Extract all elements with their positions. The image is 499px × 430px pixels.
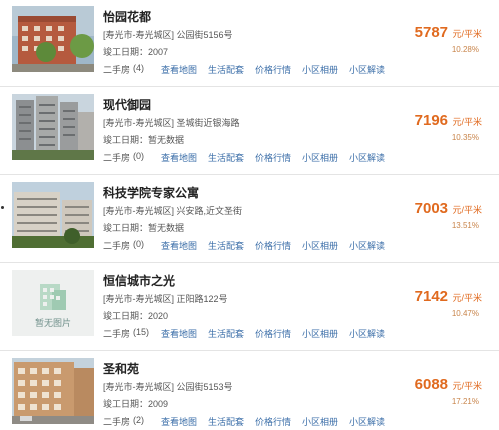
- divider: [0, 86, 499, 87]
- interpretation-link[interactable]: 小区解读: [349, 63, 385, 76]
- price: 5787 元/平米: [415, 24, 482, 42]
- view-map-link[interactable]: 查看地图: [161, 415, 208, 428]
- completion-date: 竣工日期：2007: [103, 47, 169, 57]
- community-photo[interactable]: [12, 358, 94, 424]
- price: 7196 元/平米: [415, 112, 482, 130]
- amenities-link[interactable]: 生活配套: [208, 151, 255, 164]
- price-change: 10.35%: [451, 133, 479, 142]
- amenities-link[interactable]: 生活配套: [208, 239, 255, 252]
- bullet: [1, 206, 4, 209]
- price-unit: 元/平米: [452, 205, 482, 215]
- price-trend-link[interactable]: 价格行情: [255, 63, 302, 76]
- price-value: 7196: [414, 112, 449, 129]
- list-item: 科技学院专家公寓 [寿光市-寿光城区] 兴安路,近文圣街 竣工日期：暂无数据 二…: [0, 176, 499, 263]
- price-value: 6088: [414, 376, 449, 393]
- completion-date: 竣工日期：2009: [103, 399, 169, 409]
- view-map-link[interactable]: 查看地图: [161, 151, 208, 164]
- price-trend-link[interactable]: 价格行情: [255, 151, 302, 164]
- album-link[interactable]: 小区相册: [302, 63, 349, 76]
- completion-date: 竣工日期：暂无数据: [103, 223, 185, 233]
- price-unit: 元/平米: [452, 117, 482, 127]
- price-unit: 元/平米: [452, 29, 482, 39]
- divider: [0, 350, 499, 351]
- view-map-link[interactable]: 查看地图: [161, 239, 208, 252]
- community-name[interactable]: 现代御园: [103, 96, 151, 113]
- community-links: 二手房 (15) 查看地图 生活配套 价格行情 小区相册 小区解读: [103, 327, 385, 340]
- price-unit: 元/平米: [452, 293, 482, 303]
- community-name[interactable]: 圣和苑: [103, 360, 139, 377]
- interpretation-link[interactable]: 小区解读: [349, 239, 385, 252]
- album-link[interactable]: 小区相册: [302, 327, 349, 340]
- price-trend-link[interactable]: 价格行情: [255, 415, 302, 428]
- secondhand-label[interactable]: 二手房: [103, 239, 130, 252]
- community-name[interactable]: 怡园花都: [103, 8, 151, 25]
- price: 7142 元/平米: [415, 288, 482, 306]
- interpretation-link[interactable]: 小区解读: [349, 327, 385, 340]
- price-change: 13.51%: [451, 221, 479, 230]
- price-trend-link[interactable]: 价格行情: [255, 239, 302, 252]
- secondhand-label[interactable]: 二手房: [103, 63, 130, 76]
- divider: [0, 174, 499, 175]
- community-address: [寿光市-寿光城区] 公园街5153号: [103, 382, 233, 392]
- secondhand-count[interactable]: (0): [133, 239, 161, 252]
- secondhand-label[interactable]: 二手房: [103, 151, 130, 164]
- divider: [0, 262, 499, 263]
- price-change: 10.28%: [451, 45, 479, 54]
- completion-date: 竣工日期：暂无数据: [103, 135, 185, 145]
- community-photo[interactable]: [12, 6, 94, 72]
- price: 7003 元/平米: [415, 200, 482, 218]
- community-links: 二手房 (2) 查看地图 生活配套 价格行情 小区相册 小区解读: [103, 415, 385, 428]
- list-item: 怡园花都 [寿光市-寿光城区] 公园街5156号 竣工日期：2007 二手房 (…: [0, 0, 499, 87]
- community-address: [寿光市-寿光城区] 公园街5156号: [103, 30, 233, 40]
- album-link[interactable]: 小区相册: [302, 151, 349, 164]
- community-address: [寿光市-寿光城区] 圣城街近银海路: [103, 118, 240, 128]
- community-photo[interactable]: [12, 94, 94, 160]
- secondhand-count[interactable]: (4): [133, 63, 161, 76]
- completion-date: 竣工日期：2020: [103, 311, 169, 321]
- community-links: 二手房 (0) 查看地图 生活配套 价格行情 小区相册 小区解读: [103, 151, 385, 164]
- community-address: [寿光市-寿光城区] 兴安路,近文圣街: [103, 206, 242, 216]
- interpretation-link[interactable]: 小区解读: [349, 151, 385, 164]
- list-item: 暂无图片 恒信城市之光 [寿光市-寿光城区] 正阳路122号 竣工日期：2020…: [0, 264, 499, 351]
- secondhand-count[interactable]: (2): [133, 415, 161, 428]
- community-links: 二手房 (4) 查看地图 生活配套 价格行情 小区相册 小区解读: [103, 63, 385, 76]
- amenities-link[interactable]: 生活配套: [208, 415, 255, 428]
- community-photo[interactable]: [12, 182, 94, 248]
- secondhand-label[interactable]: 二手房: [103, 415, 130, 428]
- price-change: 17.21%: [451, 397, 479, 406]
- amenities-link[interactable]: 生活配套: [208, 327, 255, 340]
- secondhand-count[interactable]: (0): [133, 151, 161, 164]
- amenities-link[interactable]: 生活配套: [208, 63, 255, 76]
- price-unit: 元/平米: [452, 381, 482, 391]
- album-link[interactable]: 小区相册: [302, 415, 349, 428]
- secondhand-count[interactable]: (15): [133, 327, 161, 340]
- album-link[interactable]: 小区相册: [302, 239, 349, 252]
- price-trend-link[interactable]: 价格行情: [255, 327, 302, 340]
- list-item: 现代御园 [寿光市-寿光城区] 圣城街近银海路 竣工日期：暂无数据 二手房 (0…: [0, 88, 499, 175]
- community-links: 二手房 (0) 查看地图 生活配套 价格行情 小区相册 小区解读: [103, 239, 385, 252]
- secondhand-label[interactable]: 二手房: [103, 327, 130, 340]
- price-value: 7142: [414, 288, 449, 305]
- interpretation-link[interactable]: 小区解读: [349, 415, 385, 428]
- price: 6088 元/平米: [415, 376, 482, 394]
- no-image-text: 暂无图片: [34, 318, 71, 328]
- no-image-placeholder[interactable]: 暂无图片: [12, 270, 94, 336]
- price-change: 10.47%: [451, 309, 479, 318]
- community-name[interactable]: 恒信城市之光: [103, 272, 175, 289]
- view-map-link[interactable]: 查看地图: [161, 63, 208, 76]
- community-address: [寿光市-寿光城区] 正阳路122号: [103, 294, 228, 304]
- community-name[interactable]: 科技学院专家公寓: [103, 184, 199, 201]
- price-value: 7003: [414, 200, 449, 217]
- view-map-link[interactable]: 查看地图: [161, 327, 208, 340]
- price-value: 5787: [414, 24, 449, 41]
- list-item: 圣和苑 [寿光市-寿光城区] 公园街5153号 竣工日期：2009 二手房 (2…: [0, 352, 499, 430]
